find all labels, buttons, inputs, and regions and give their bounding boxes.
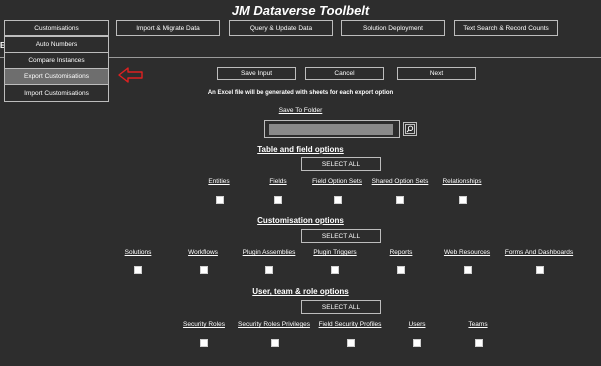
checkbox-relationships[interactable] — [459, 196, 467, 204]
checkbox-web-resources[interactable] — [464, 266, 472, 274]
nav-customisations-button[interactable]: Customisations — [4, 20, 109, 36]
browse-folder-button[interactable] — [403, 122, 417, 136]
customisation-select-all-button[interactable]: SELECT ALL — [301, 229, 381, 243]
checkbox-fields[interactable] — [274, 196, 282, 204]
checkbox-teams[interactable] — [475, 339, 483, 347]
option-label-field-security-profiles: Field Security Profiles — [318, 321, 382, 328]
option-label-users: Users — [408, 321, 426, 328]
option-label-shared-option-sets: Shared Option Sets — [371, 178, 429, 185]
nav-solution-deployment-button[interactable]: Solution Deployment — [341, 20, 445, 36]
option-label-security-roles-privileges: Security Roles Privileges — [238, 321, 310, 328]
option-label-plugin-triggers: Plugin Triggers — [313, 249, 357, 256]
save-folder-field — [264, 120, 400, 138]
table-select-all-button[interactable]: SELECT ALL — [301, 157, 381, 171]
app-title: JM Dataverse Toolbelt — [231, 3, 370, 18]
option-label-relationships: Relationships — [442, 178, 482, 185]
checkbox-security-roles-privileges[interactable] — [271, 339, 279, 347]
save-to-folder-label: Save To Folder — [278, 107, 323, 114]
user-select-all-button[interactable]: SELECT ALL — [301, 300, 381, 314]
checkbox-field-security-profiles[interactable] — [347, 339, 355, 347]
search-icon — [405, 124, 415, 134]
option-label-field-option-sets: Field Option Sets — [312, 178, 362, 185]
option-label-entities: Entities — [208, 178, 230, 185]
export-info-text: An Excel file will be generated with she… — [207, 90, 394, 96]
option-label-forms-and-dashboards: Forms And Dashboards — [504, 249, 574, 256]
option-label-workflows: Workflows — [188, 249, 218, 256]
option-label-solutions: Solutions — [124, 249, 152, 256]
option-label-plugin-assemblies: Plugin Assemblies — [242, 249, 296, 256]
menu-item-export-customisations[interactable]: Export Customisations — [5, 69, 108, 85]
menu-item-compare-instances[interactable]: Compare Instances — [5, 53, 108, 69]
option-label-security-roles: Security Roles — [183, 321, 225, 328]
checkbox-entities[interactable] — [216, 196, 224, 204]
option-label-teams: Teams — [468, 321, 488, 328]
nav-import-migrate-button[interactable]: Import & Migrate Data — [116, 20, 220, 36]
table-options-title: Table and field options — [257, 145, 344, 154]
checkbox-solutions[interactable] — [134, 266, 142, 274]
checkbox-field-option-sets[interactable] — [334, 196, 342, 204]
nav-query-update-button[interactable]: Query & Update Data — [229, 20, 333, 36]
checkbox-reports[interactable] — [397, 266, 405, 274]
menu-item-auto-numbers[interactable]: Auto Numbers — [5, 37, 108, 53]
checkbox-forms-and-dashboards[interactable] — [536, 266, 544, 274]
next-button[interactable]: Next — [397, 67, 476, 80]
checkbox-plugin-assemblies[interactable] — [265, 266, 273, 274]
checkbox-security-roles[interactable] — [200, 339, 208, 347]
checkbox-workflows[interactable] — [200, 266, 208, 274]
checkbox-plugin-triggers[interactable] — [331, 266, 339, 274]
customisation-options-title: Customisation options — [257, 216, 344, 225]
option-label-web-resources: Web Resources — [443, 249, 491, 256]
nav-text-search-button[interactable]: Text Search & Record Counts — [454, 20, 558, 36]
save-input-button[interactable]: Save Input — [217, 67, 296, 80]
save-folder-input[interactable] — [269, 124, 393, 135]
checkbox-users[interactable] — [413, 339, 421, 347]
user-options-title: User, team & role options — [252, 287, 349, 296]
option-label-fields: Fields — [269, 178, 287, 185]
left-arrow-icon — [118, 67, 143, 83]
option-label-reports: Reports — [389, 249, 413, 256]
checkbox-shared-option-sets[interactable] — [396, 196, 404, 204]
cancel-button[interactable]: Cancel — [305, 67, 384, 80]
